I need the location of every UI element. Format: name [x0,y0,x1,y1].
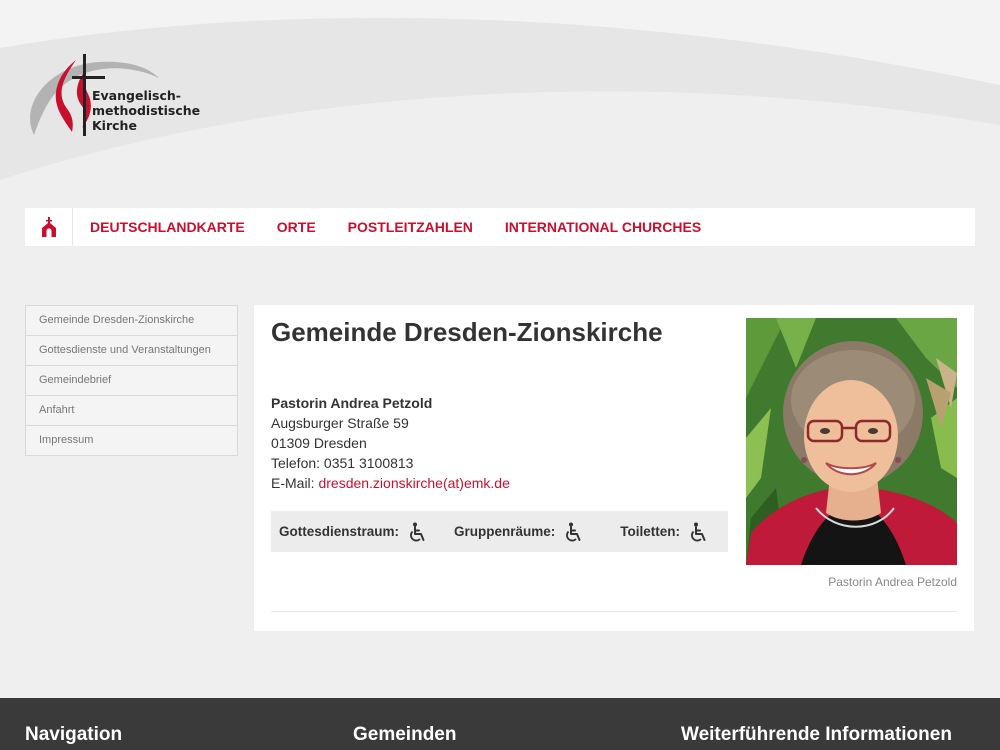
contact-city: 01309 Dresden [271,435,367,451]
accessibility-toilets: Toiletten: [620,522,708,542]
logo-wordmark: Evangelisch- methodistische Kirche [92,88,200,133]
church-icon [41,217,56,237]
sidebar-item-gottesdienste[interactable]: Gottesdienste und Veranstaltungen [26,336,237,366]
content-panel: Gemeinde Dresden-Zionskirche Pastorin An… [254,305,974,631]
logo-line-1: Evangelisch- [92,88,181,103]
content-divider [271,611,957,612]
contact-street: Augsburger Straße 59 [271,415,409,431]
contact-block: Pastorin Andrea Petzold Augsburger Straß… [271,393,510,493]
wheelchair-icon [566,522,581,541]
nav-deutschlandkarte[interactable]: DEUTSCHLANDKARTE [73,219,261,235]
footer-heading-information: Weiterführende Informationen [681,724,952,745]
contact-email-row: E-Mail: dresden.zionskirche(at)emk.de [271,473,510,493]
accessibility-worship-room: Gottesdienstraum: [279,522,427,542]
sidebar-menu: Gemeinde Dresden-Zionskirche Gottesdiens… [25,305,238,456]
accessibility-group-rooms: Gruppenräume: [454,522,583,542]
contact-name: Pastorin Andrea Petzold [271,395,433,411]
sidebar-item-impressum[interactable]: Impressum [26,426,237,455]
accessibility-label: Gottesdienstraum: [279,524,400,539]
footer-heading-navigation: Navigation [25,724,123,745]
footer-heading-gemeinden: Gemeinden [353,724,457,745]
email-link[interactable]: dresden.zionskirche(at)emk.de [318,475,509,491]
accessibility-label: Toiletten: [620,524,681,539]
home-button[interactable] [25,208,73,246]
photo-caption: Pastorin Andrea Petzold [828,575,957,589]
nav-orte[interactable]: ORTE [261,219,332,235]
accessibility-bar: Gottesdienstraum: Gruppenräume: Toilette… [271,511,728,552]
wheelchair-icon [410,522,425,541]
sidebar-item-gemeindebrief[interactable]: Gemeindebrief [26,366,237,396]
accessibility-label: Gruppenräume: [454,524,556,539]
nav-international-churches[interactable]: INTERNATIONAL CHURCHES [489,219,717,235]
contact-phone: Telefon: 0351 3100813 [271,455,414,471]
logo-line-2: methodistische [92,103,201,118]
nav-postleitzahlen[interactable]: POSTLEITZAHLEN [332,219,489,235]
email-label: E-Mail: [271,475,319,491]
logo-line-3: Kirche [92,118,137,133]
footer: Navigation Gemeinden Weiterführende Info… [0,698,1000,750]
sidebar-item-anfahrt[interactable]: Anfahrt [26,396,237,426]
wheelchair-icon [691,522,706,541]
sidebar-item-gemeinde[interactable]: Gemeinde Dresden-Zionskirche [26,306,237,336]
main-navigation: DEUTSCHLANDKARTE ORTE POSTLEITZAHLEN INT… [25,208,975,246]
page-title: Gemeinde Dresden-Zionskirche [271,317,663,347]
pastor-photo [746,318,957,565]
